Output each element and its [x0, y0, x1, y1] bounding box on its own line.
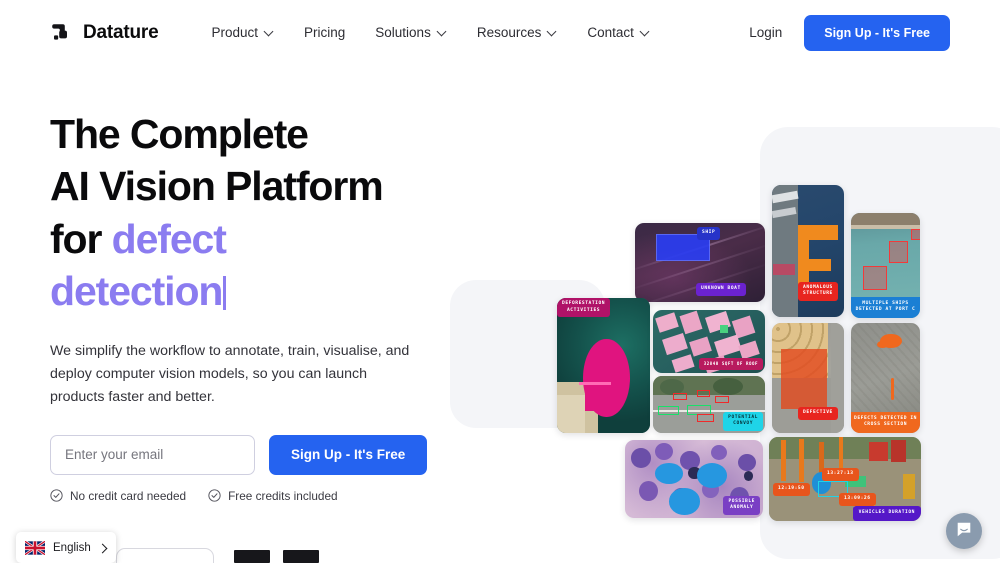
check-circle-icon: [208, 489, 221, 503]
perk-no-credit-card-label: No credit card needed: [70, 488, 187, 503]
partner-logo-mark: [234, 550, 270, 563]
uk-flag-icon: [24, 539, 46, 556]
detection-box: [863, 266, 887, 290]
brand-logo-link[interactable]: Datature: [50, 21, 159, 45]
detection-tag-possible-anomaly: POSSIBLE ANOMALY: [723, 495, 760, 515]
detection-tag-deforestation: DEFORESTATION ACTIVITIES: [557, 298, 611, 318]
partner-logo-strip: [116, 548, 336, 563]
login-link[interactable]: Login: [737, 19, 794, 46]
partner-logo-card: [116, 548, 214, 563]
detection-box: [911, 229, 920, 240]
collage-card-deforestation: DEFORESTATION ACTIVITIES: [557, 298, 650, 433]
detection-box: [715, 396, 729, 403]
chevron-down-icon: [548, 28, 557, 37]
nav-item-resources[interactable]: Resources: [462, 19, 573, 46]
hero-subheading: We simplify the workflow to annotate, tr…: [50, 342, 410, 405]
headline-line-3-static: for: [50, 215, 112, 262]
nav-item-product[interactable]: Product: [196, 19, 289, 46]
perk-free-credits-label: Free credits included: [228, 488, 338, 503]
collage-card-ships-at-port: MULTIPLE SHIPS DETECTED AT PORT C: [851, 213, 920, 318]
nav-item-solutions-label: Solutions: [375, 25, 431, 40]
chat-bubble-icon: [955, 520, 973, 543]
detection-timestamp-1: 12:19:50: [773, 483, 810, 496]
signup-button-hero[interactable]: Sign Up - It's Free: [269, 434, 428, 475]
email-signup-form: Sign Up - It's Free: [50, 434, 470, 475]
email-field[interactable]: [50, 434, 255, 475]
chevron-right-icon: [99, 544, 107, 552]
nav-item-contact-label: Contact: [587, 25, 634, 40]
nav-item-product-label: Product: [211, 25, 259, 40]
chevron-down-icon: [641, 28, 650, 37]
collage-card-port-structure: ANOMALOUS STRUCTURE: [772, 185, 844, 317]
collage-card-road-vehicles: POTENTIAL CONVOY: [653, 376, 765, 433]
detection-tag-potential-convoy: POTENTIAL CONVOY: [723, 411, 763, 431]
detection-box: [697, 390, 710, 397]
language-label: English: [53, 541, 91, 554]
nav-actions: Login Sign Up - It's Free: [737, 14, 950, 51]
brand-name: Datature: [83, 21, 159, 43]
landing-page: Datature Product Pricing Solutions Resou…: [0, 0, 1000, 563]
signup-perks: No credit card needed Free credits inclu…: [50, 489, 470, 503]
language-selector[interactable]: English: [16, 532, 116, 563]
page-title: The Complete AI Vision Platform for defe…: [50, 108, 470, 318]
datature-cube-logo-icon: [50, 21, 74, 45]
headline-accent-word-2: detection: [50, 268, 223, 315]
collage-card-rooftop-buildings: 32840 SQFT OF ROOF: [653, 310, 765, 373]
detection-tag-ship: SHIP: [697, 227, 721, 240]
collage-card-ship-night-water: SHIP UNKNOWN BOAT: [635, 223, 765, 302]
detection-box: [658, 406, 679, 415]
detection-tag-defective: DEFECTIVE: [798, 407, 838, 420]
detection-tag-cross-section: DEFECTS DETECTED IN CROSS SECTION: [851, 411, 920, 433]
detection-tag-vehicles-duration: VEHICLES DURATION: [852, 506, 921, 521]
headline-accent-word-1: defect: [111, 215, 227, 262]
detection-box: [889, 241, 908, 263]
detection-timestamp-3: 13:09:26: [839, 493, 876, 506]
nav-item-contact[interactable]: Contact: [572, 19, 665, 46]
nav-item-pricing[interactable]: Pricing: [289, 19, 360, 46]
headline-line-1: The Complete: [50, 111, 309, 157]
collage-card-cell-microscopy: POSSIBLE ANOMALY: [625, 440, 763, 518]
hero-content: The Complete AI Vision Platform for defe…: [50, 108, 470, 503]
nav-item-solutions[interactable]: Solutions: [360, 19, 462, 46]
top-navigation-bar: Datature Product Pricing Solutions Resou…: [0, 0, 1000, 65]
chevron-down-icon: [438, 28, 447, 37]
detection-tag-anomalous-structure: ANOMALOUS STRUCTURE: [798, 281, 838, 301]
card-image: [557, 298, 650, 433]
detection-box: [697, 414, 714, 422]
chevron-down-icon: [265, 28, 274, 37]
check-circle-icon: [50, 489, 63, 503]
nav-item-resources-label: Resources: [476, 25, 542, 40]
chat-widget-button[interactable]: [946, 513, 982, 549]
perk-no-credit-card: No credit card needed: [50, 489, 186, 503]
detection-tag-multiple-ships: MULTIPLE SHIPS DETECTED AT PORT C: [851, 296, 920, 318]
detection-tag-unknown-boat: UNKNOWN BOAT: [696, 283, 746, 296]
typing-caret: [223, 276, 227, 311]
collage-card-construction-site: 12:19:50 13:27:13 13:09:26 VEHICLES DURA…: [769, 437, 921, 521]
collage-card-cross-section-defects: DEFECTS DETECTED IN CROSS SECTION: [851, 323, 920, 433]
detection-tag-roof-area: 32840 SQFT OF ROOF: [698, 358, 763, 370]
signup-button-nav[interactable]: Sign Up - It's Free: [804, 14, 950, 51]
partner-logo-mark: [283, 550, 319, 563]
nav-item-pricing-label: Pricing: [304, 25, 346, 40]
nav-links: Product Pricing Solutions Resources Cont…: [196, 19, 664, 46]
detection-box: [673, 393, 687, 400]
perk-free-credits: Free credits included: [208, 489, 338, 503]
headline-line-2: AI Vision Platform: [50, 163, 384, 210]
collage-card-surface-defect: DEFECTIVE: [772, 323, 844, 433]
detection-timestamp-2: 13:27:13: [822, 468, 859, 481]
